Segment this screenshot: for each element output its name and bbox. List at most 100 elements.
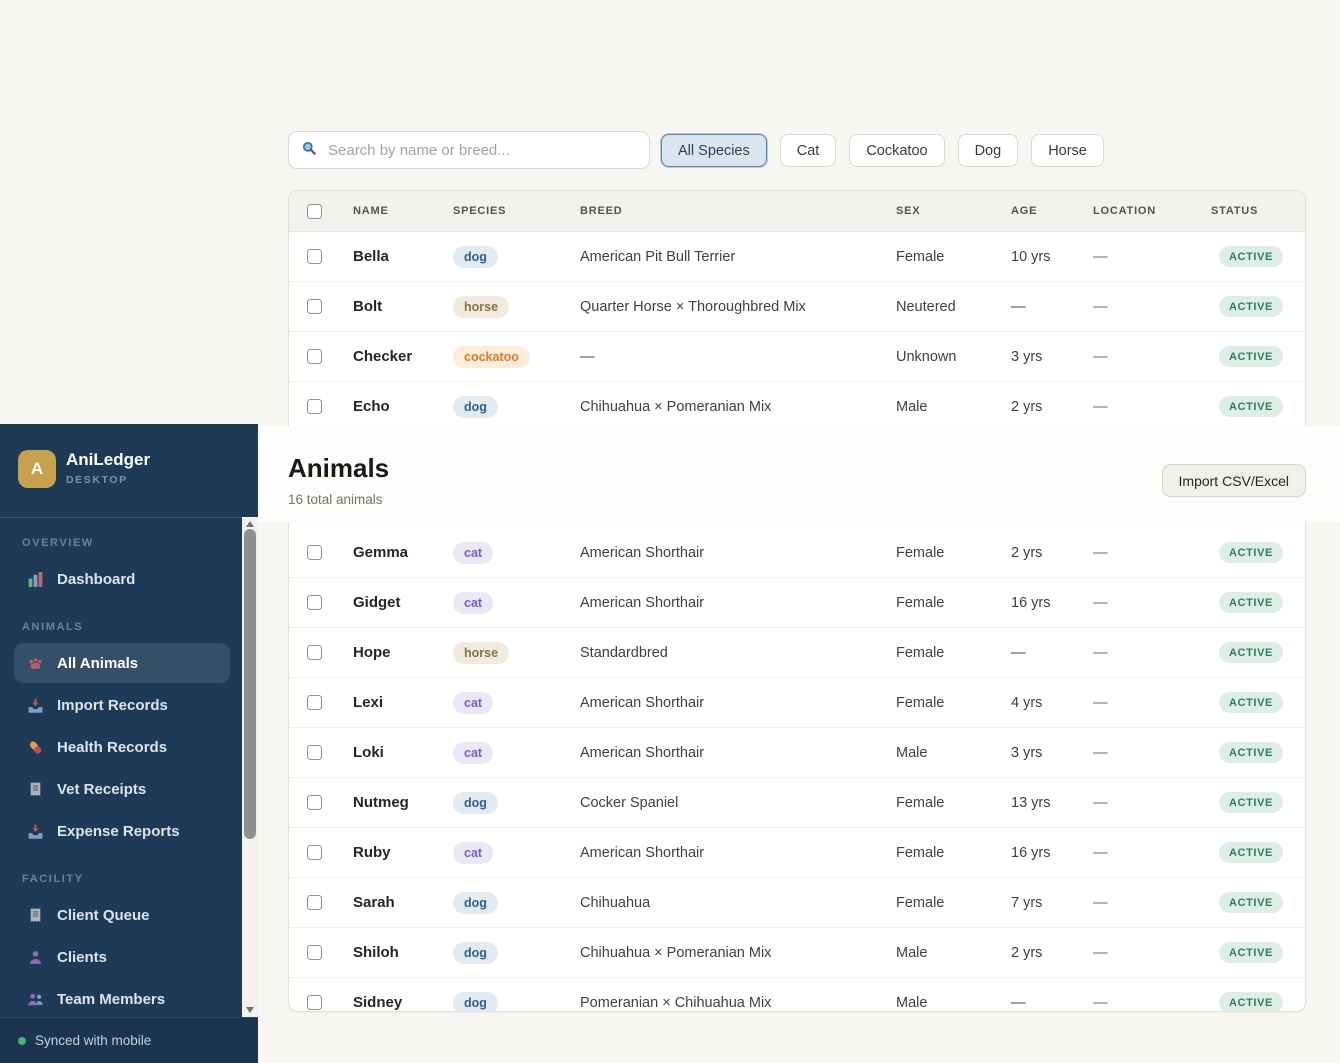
animal-location: — xyxy=(1093,795,1211,811)
sidebar-section: ANIMALS All Animals Import Records Healt… xyxy=(14,621,242,851)
status-badge: ACTIVE xyxy=(1219,542,1283,563)
person-icon xyxy=(26,948,44,966)
animal-sex: Female xyxy=(896,595,1011,611)
animal-name: Lexi xyxy=(353,694,453,711)
search-icon xyxy=(301,140,317,161)
scrollbar-thumb[interactable] xyxy=(244,529,256,839)
app-name: AniLedger xyxy=(66,450,150,470)
sidebar-item-label: Dashboard xyxy=(57,571,135,588)
row-checkbox[interactable] xyxy=(307,349,322,364)
row-checkbox[interactable] xyxy=(307,645,322,660)
animal-name: Sidney xyxy=(353,994,453,1011)
sidebar-item-team-members[interactable]: Team Members xyxy=(14,979,230,1017)
table-row[interactable]: Nutmeg dog Cocker Spaniel Female 13 yrs … xyxy=(289,778,1305,828)
species-badge: cat xyxy=(453,692,493,714)
row-checkbox[interactable] xyxy=(307,895,322,910)
sidebar-item-import-records[interactable]: Import Records xyxy=(14,685,230,725)
animal-location: — xyxy=(1093,745,1211,761)
paw-icon xyxy=(26,654,44,672)
animal-breed: Pomeranian × Chihuahua Mix xyxy=(580,995,896,1011)
app-subtitle: DESKTOP xyxy=(66,474,128,486)
scroll-down-icon[interactable] xyxy=(246,1007,254,1013)
sidebar-item-dashboard[interactable]: Dashboard xyxy=(14,559,230,599)
table-row[interactable]: Gidget cat American Shorthair Female 16 … xyxy=(289,578,1305,628)
receipt-icon xyxy=(26,780,44,798)
table-row[interactable]: Gemma cat American Shorthair Female 2 yr… xyxy=(289,528,1305,578)
row-checkbox[interactable] xyxy=(307,695,322,710)
animal-location: — xyxy=(1093,895,1211,911)
sidebar-item-label: All Animals xyxy=(57,655,138,672)
row-checkbox[interactable] xyxy=(307,845,322,860)
row-checkbox[interactable] xyxy=(307,945,322,960)
animal-name: Shiloh xyxy=(353,944,453,961)
filter-cat[interactable]: Cat xyxy=(780,134,837,167)
sidebar-item-expense-reports[interactable]: Expense Reports xyxy=(14,811,230,851)
animal-age: 2 yrs xyxy=(1011,945,1093,961)
sync-status-dot xyxy=(18,1037,26,1045)
row-checkbox[interactable] xyxy=(307,995,322,1010)
import-csv-button[interactable]: Import CSV/Excel xyxy=(1162,464,1306,497)
species-badge: horse xyxy=(453,296,509,318)
animal-breed: American Shorthair xyxy=(580,745,896,761)
animal-location: — xyxy=(1093,695,1211,711)
sidebar-item-label: Team Members xyxy=(57,991,165,1008)
filter-all-species[interactable]: All Species xyxy=(661,134,767,167)
sidebar-item-client-queue[interactable]: Client Queue xyxy=(14,895,230,935)
animal-breed: Cocker Spaniel xyxy=(580,795,896,811)
animal-breed: — xyxy=(580,349,896,365)
species-badge: dog xyxy=(453,942,498,964)
table-row[interactable]: Loki cat American Shorthair Male 3 yrs —… xyxy=(289,728,1305,778)
row-checkbox[interactable] xyxy=(307,299,322,314)
animal-name: Checker xyxy=(353,348,453,365)
animal-breed: American Shorthair xyxy=(580,695,896,711)
status-badge: ACTIVE xyxy=(1219,296,1283,317)
table-row[interactable]: Sidney dog Pomeranian × Chihuahua Mix Ma… xyxy=(289,978,1305,1012)
sidebar-item-vet-receipts[interactable]: Vet Receipts xyxy=(14,769,230,809)
table-row[interactable]: Shiloh dog Chihuahua × Pomeranian Mix Ma… xyxy=(289,928,1305,978)
status-badge: ACTIVE xyxy=(1219,792,1283,813)
sidebar-item-all-animals[interactable]: All Animals xyxy=(14,643,230,683)
row-checkbox[interactable] xyxy=(307,399,322,414)
table-row[interactable]: Sarah dog Chihuahua Female 7 yrs — ACTIV… xyxy=(289,878,1305,928)
row-checkbox[interactable] xyxy=(307,795,322,810)
filter-horse[interactable]: Horse xyxy=(1031,134,1104,167)
status-badge: ACTIVE xyxy=(1219,592,1283,613)
filter-cockatoo[interactable]: Cockatoo xyxy=(849,134,944,167)
table-row[interactable]: Bolt horse Quarter Horse × Thoroughbred … xyxy=(289,282,1305,332)
sync-status-text: Synced with mobile xyxy=(35,1033,151,1048)
column-header: STATUS xyxy=(1211,205,1305,217)
row-checkbox[interactable] xyxy=(307,545,322,560)
animal-location: — xyxy=(1093,299,1211,315)
sidebar-item-clients[interactable]: Clients xyxy=(14,937,230,977)
animal-sex: Male xyxy=(896,399,1011,415)
search-input[interactable] xyxy=(326,141,637,160)
sidebar-item-label: Clients xyxy=(57,949,107,966)
sidebar-item-health-records[interactable]: Health Records xyxy=(14,727,230,767)
row-checkbox[interactable] xyxy=(307,595,322,610)
animal-breed: Chihuahua × Pomeranian Mix xyxy=(580,399,896,415)
animal-age: — xyxy=(1011,645,1093,661)
sidebar-scrollbar[interactable] xyxy=(242,517,258,1017)
sidebar-section-label: FACILITY xyxy=(22,873,242,885)
select-all-checkbox[interactable] xyxy=(307,204,322,219)
table-row[interactable]: Bella dog American Pit Bull Terrier Fema… xyxy=(289,232,1305,282)
queue-icon xyxy=(26,906,44,924)
animal-location: — xyxy=(1093,349,1211,365)
row-checkbox[interactable] xyxy=(307,249,322,264)
table-row[interactable]: Lexi cat American Shorthair Female 4 yrs… xyxy=(289,678,1305,728)
table-row[interactable]: Checker cockatoo — Unknown 3 yrs — ACTIV… xyxy=(289,332,1305,382)
species-badge: cat xyxy=(453,842,493,864)
dashboard-icon xyxy=(26,570,44,588)
table-row[interactable]: Echo dog Chihuahua × Pomeranian Mix Male… xyxy=(289,382,1305,432)
animal-sex: Female xyxy=(896,545,1011,561)
sidebar-header: A AniLedger DESKTOP xyxy=(0,424,258,518)
animal-location: — xyxy=(1093,399,1211,415)
table-row[interactable]: Ruby cat American Shorthair Female 16 yr… xyxy=(289,828,1305,878)
table-row[interactable]: Hope horse Standardbred Female — — ACTIV… xyxy=(289,628,1305,678)
animal-name: Loki xyxy=(353,744,453,761)
filter-dog[interactable]: Dog xyxy=(958,134,1019,167)
animal-name: Nutmeg xyxy=(353,794,453,811)
scroll-up-icon[interactable] xyxy=(246,521,254,527)
sidebar-nav: OVERVIEW Dashboard ANIMALS All Animals I… xyxy=(0,517,242,1017)
row-checkbox[interactable] xyxy=(307,745,322,760)
